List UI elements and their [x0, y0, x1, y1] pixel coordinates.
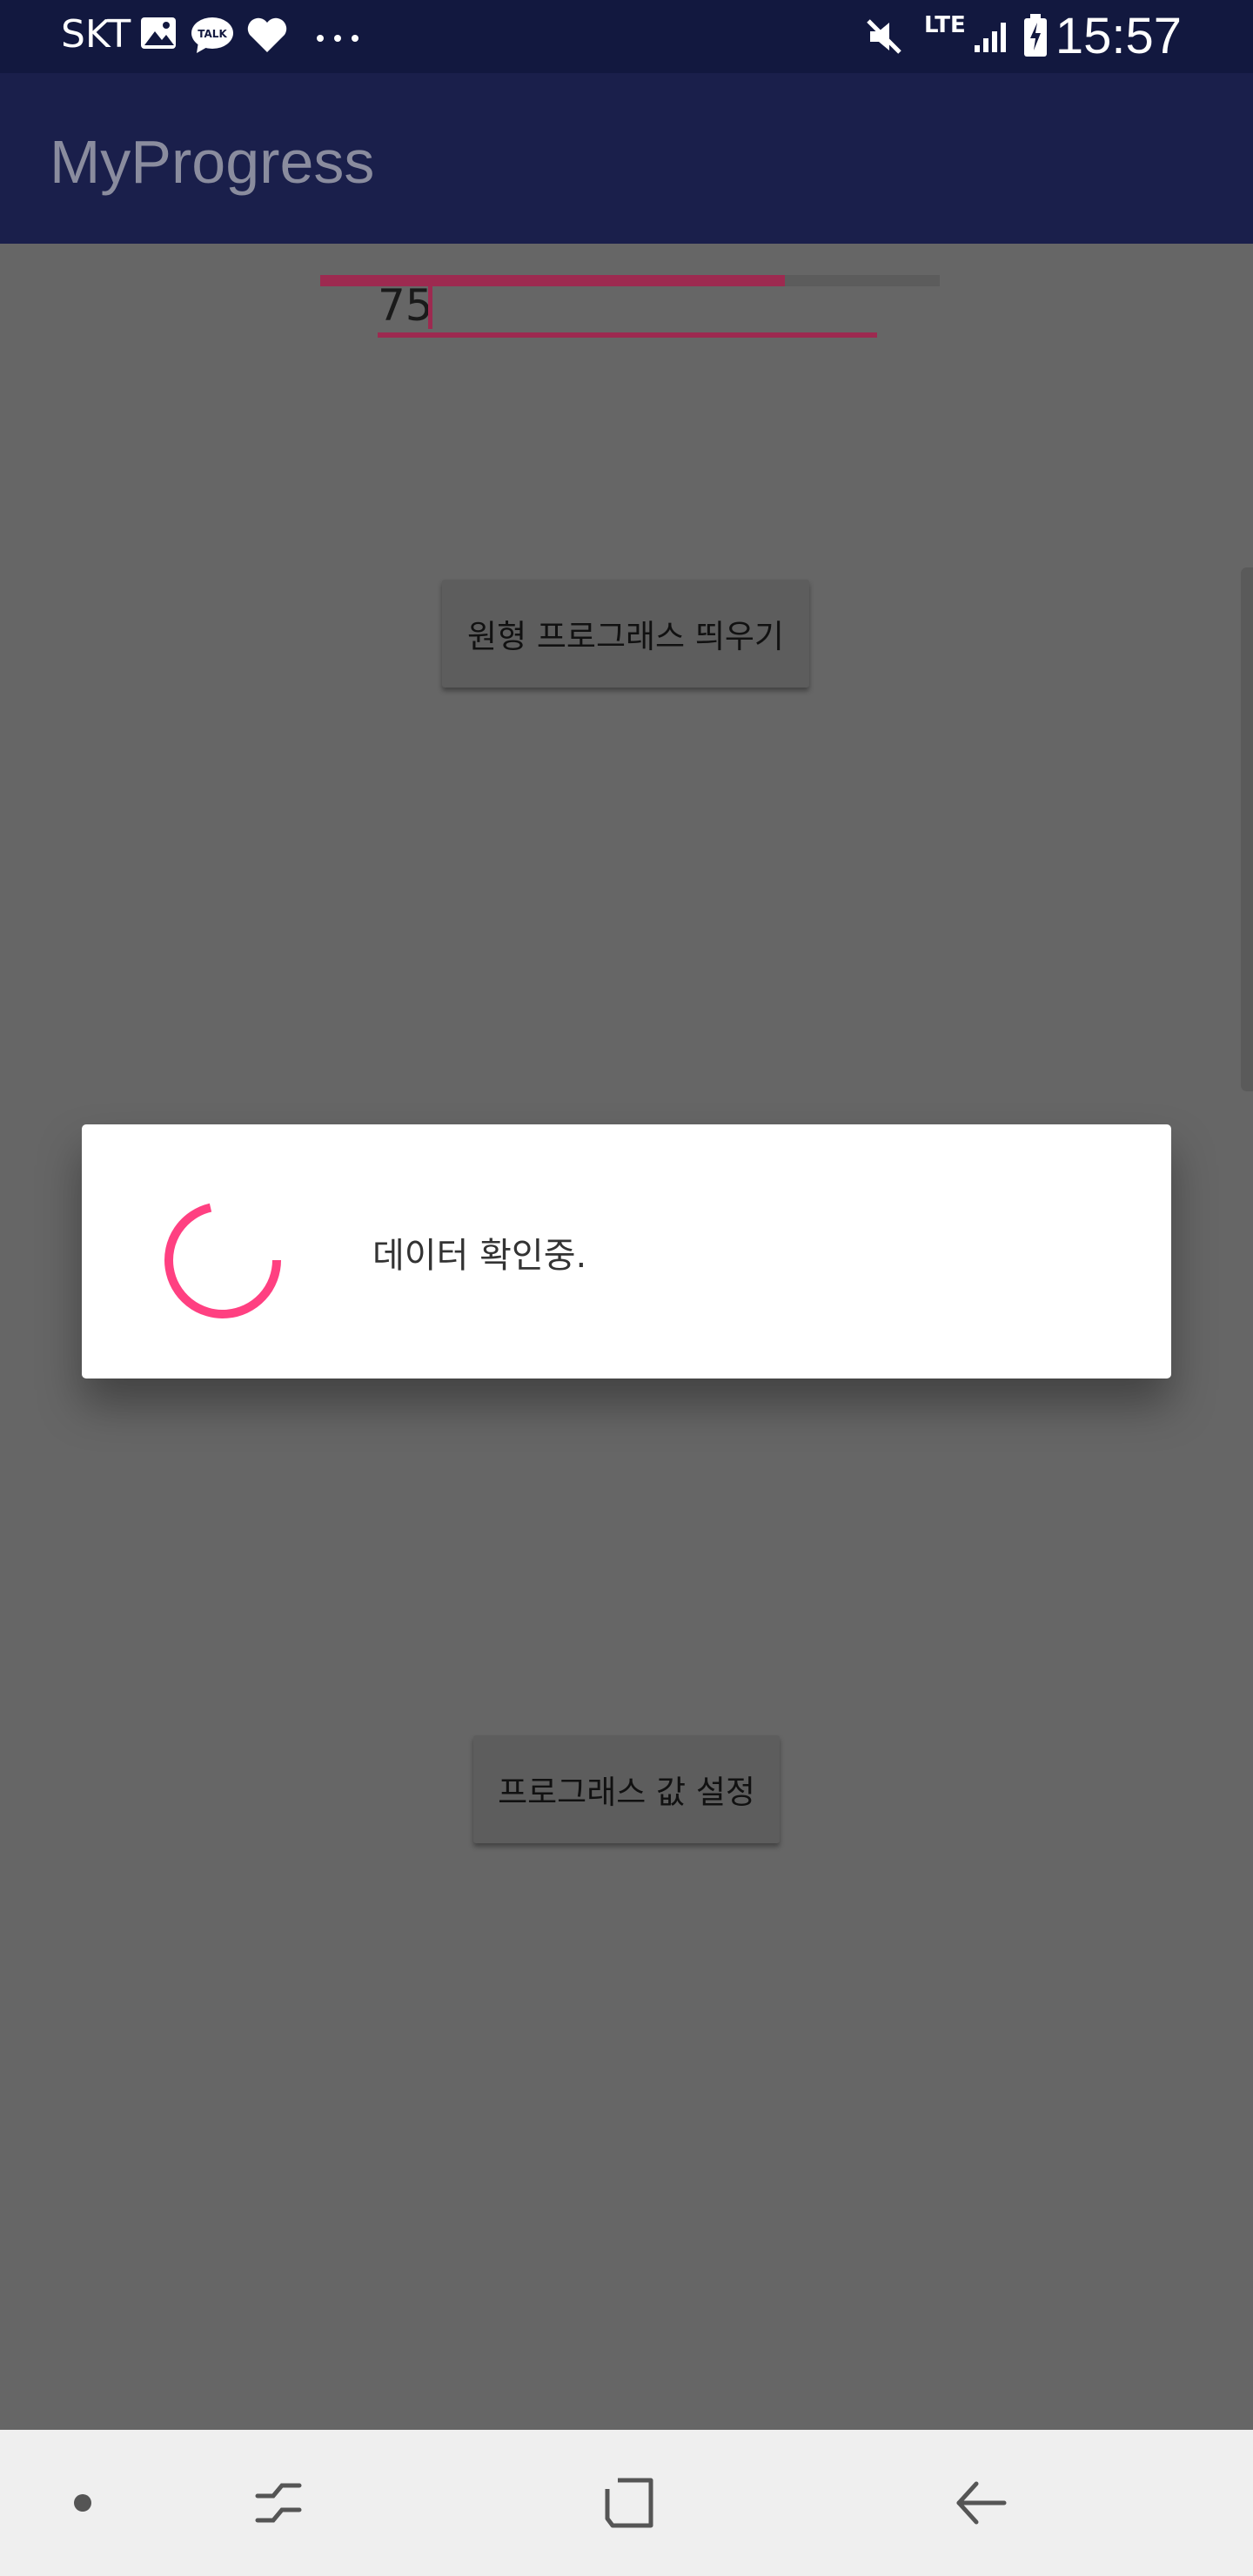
status-bar: SKT TALK LTE 15:57 [0, 0, 1253, 73]
carrier-label: SKT [61, 12, 131, 57]
svg-text:TALK: TALK [198, 28, 227, 40]
heart-icon [245, 16, 289, 57]
loading-spinner-icon [158, 1196, 287, 1328]
image-icon [139, 16, 178, 54]
set-progress-value-button[interactable]: 프로그래스 값 설정 [473, 1735, 780, 1843]
progress-value-input[interactable] [378, 278, 877, 338]
dialog-message: 데이터 확인중. [372, 1236, 587, 1276]
battery-icon [1023, 14, 1048, 61]
app-bar: MyProgress [0, 73, 1253, 244]
navigation-bar [0, 2430, 1253, 2576]
back-icon[interactable] [945, 2430, 1015, 2576]
home-icon[interactable] [595, 2430, 665, 2576]
clock: 15:57 [1055, 8, 1182, 64]
recents-icon[interactable] [244, 2430, 313, 2576]
talk-icon: TALK [190, 16, 235, 57]
scrollbar[interactable] [1241, 567, 1253, 1091]
show-circular-progress-button[interactable]: 원형 프로그래스 띄우기 [442, 580, 809, 688]
more-dots-icon [315, 30, 360, 46]
text-cursor [428, 277, 432, 329]
progress-dialog: 데이터 확인중. [82, 1124, 1171, 1379]
dot-icon[interactable] [52, 2430, 113, 2576]
network-type-label: LTE [924, 12, 966, 38]
mute-icon [865, 17, 903, 59]
signal-icon [973, 19, 1011, 57]
app-title: MyProgress [50, 128, 375, 196]
